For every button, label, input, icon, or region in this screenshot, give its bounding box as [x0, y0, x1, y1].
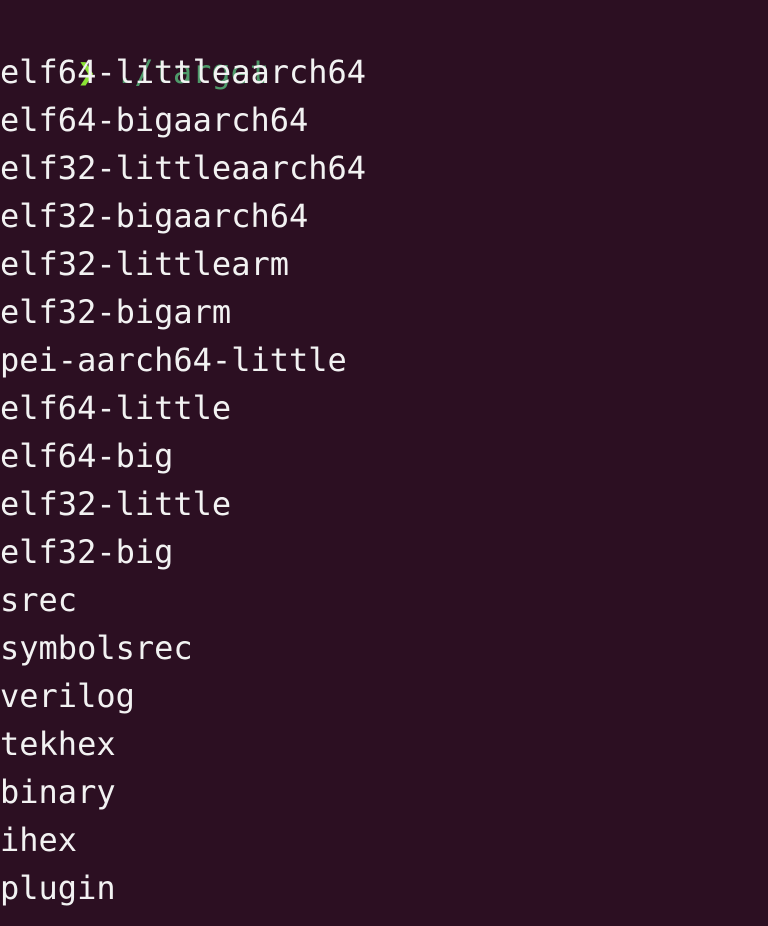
prompt-line: ❯ ./target: [0, 0, 768, 91]
output-line: elf64-littleaarch64: [0, 53, 367, 91]
output-line: pei-aarch64-little: [0, 341, 347, 379]
output-line: elf64-little: [0, 389, 232, 427]
output-line: ihex: [0, 821, 78, 859]
output-line: symbolsrec: [0, 629, 193, 667]
output-line: elf32-big: [0, 533, 174, 571]
output-line: tekhex: [0, 725, 116, 763]
output-line: srec: [0, 581, 78, 619]
output-line: elf64-bigaarch64: [0, 101, 309, 139]
terminal-window[interactable]: ❯ ./target elf64-littleaarch64 elf64-biga…: [0, 0, 768, 926]
output-line: elf32-littlearm: [0, 245, 289, 283]
output-line: binary: [0, 773, 116, 811]
output-line: elf32-bigaarch64: [0, 197, 309, 235]
output-line: plugin: [0, 869, 116, 907]
output-line: elf32-littleaarch64: [0, 149, 367, 187]
output-line: elf64-big: [0, 437, 174, 475]
output-line: elf32-little: [0, 485, 232, 523]
output-line: elf32-bigarm: [0, 293, 232, 331]
output-line: verilog: [0, 677, 135, 715]
